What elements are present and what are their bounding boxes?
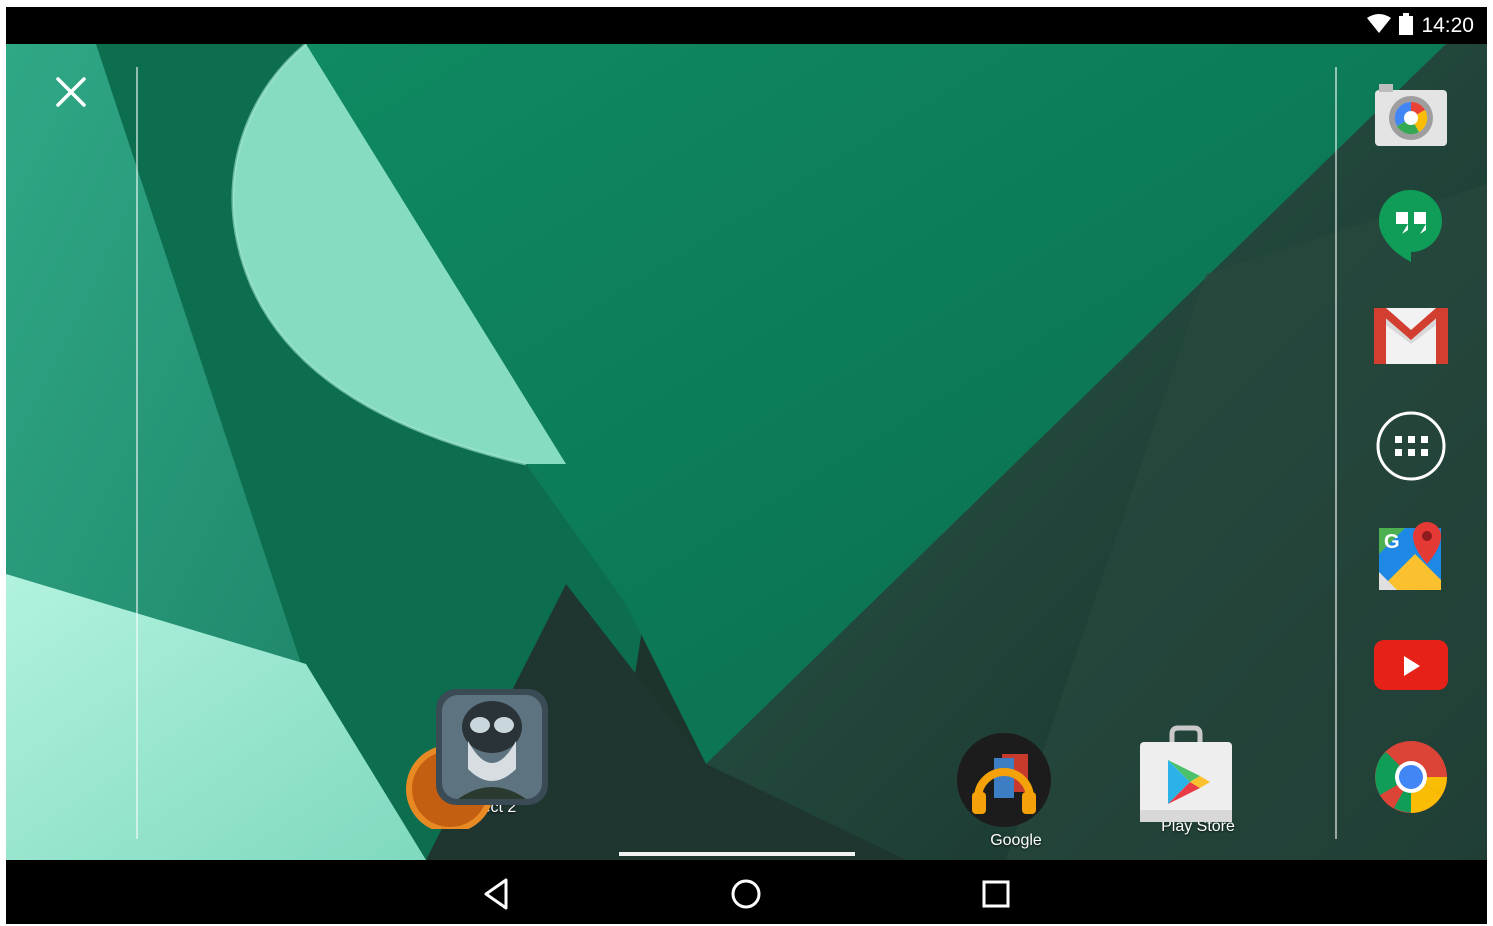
left-drop-divider <box>136 67 138 839</box>
app-dead-effect-2[interactable]: Dead Effect 2 <box>398 689 558 829</box>
gmail-icon <box>1374 307 1448 369</box>
right-drop-divider <box>1335 67 1337 839</box>
home-icon <box>724 879 768 920</box>
dead-effect-2-folder-icon <box>398 689 558 829</box>
status-bar: 14:20 <box>6 7 1487 44</box>
status-icons: 14:20 <box>1367 11 1474 41</box>
dock-hangouts[interactable] <box>1372 188 1450 266</box>
google-play-music-folder-icon <box>956 732 1076 828</box>
dock-gmail[interactable] <box>1372 299 1450 377</box>
youtube-icon <box>1374 639 1448 697</box>
recents-button[interactable] <box>974 872 1018 916</box>
camera-icon <box>1373 83 1449 153</box>
close-button[interactable] <box>50 71 92 113</box>
dock-camera[interactable] <box>1372 79 1450 157</box>
back-icon <box>476 878 520 920</box>
wallpaper-art <box>6 44 1487 860</box>
play-store-icon <box>1138 724 1258 824</box>
recents-icon <box>974 880 1018 920</box>
wifi-icon <box>1367 13 1392 39</box>
app-drawer-icon <box>1375 410 1447 487</box>
dock-chrome[interactable] <box>1372 740 1450 818</box>
hangouts-icon <box>1378 188 1444 267</box>
battery-icon <box>1399 12 1414 40</box>
chrome-icon <box>1374 740 1448 819</box>
app-label: Google <box>990 832 1042 849</box>
home-button[interactable] <box>724 872 768 916</box>
maps-icon: G <box>1375 520 1447 597</box>
drop-target-indicator <box>619 852 855 856</box>
dock-maps[interactable]: G <box>1372 519 1450 597</box>
svg-text:G: G <box>1384 531 1400 553</box>
dock-youtube[interactable] <box>1372 629 1450 707</box>
tablet-screen: 14:20 2 Google Play Store G <box>6 7 1487 924</box>
app-play-store[interactable]: Play Store <box>1138 724 1258 836</box>
home-wallpaper: Dead Effect 2 Google <box>6 44 1487 860</box>
dock-all-apps[interactable] <box>1372 409 1450 487</box>
navigation-bar <box>6 860 1487 924</box>
status-clock: 14:20 <box>1421 14 1474 37</box>
back-button[interactable] <box>476 872 520 916</box>
app-google-folder[interactable]: Google <box>956 732 1076 850</box>
